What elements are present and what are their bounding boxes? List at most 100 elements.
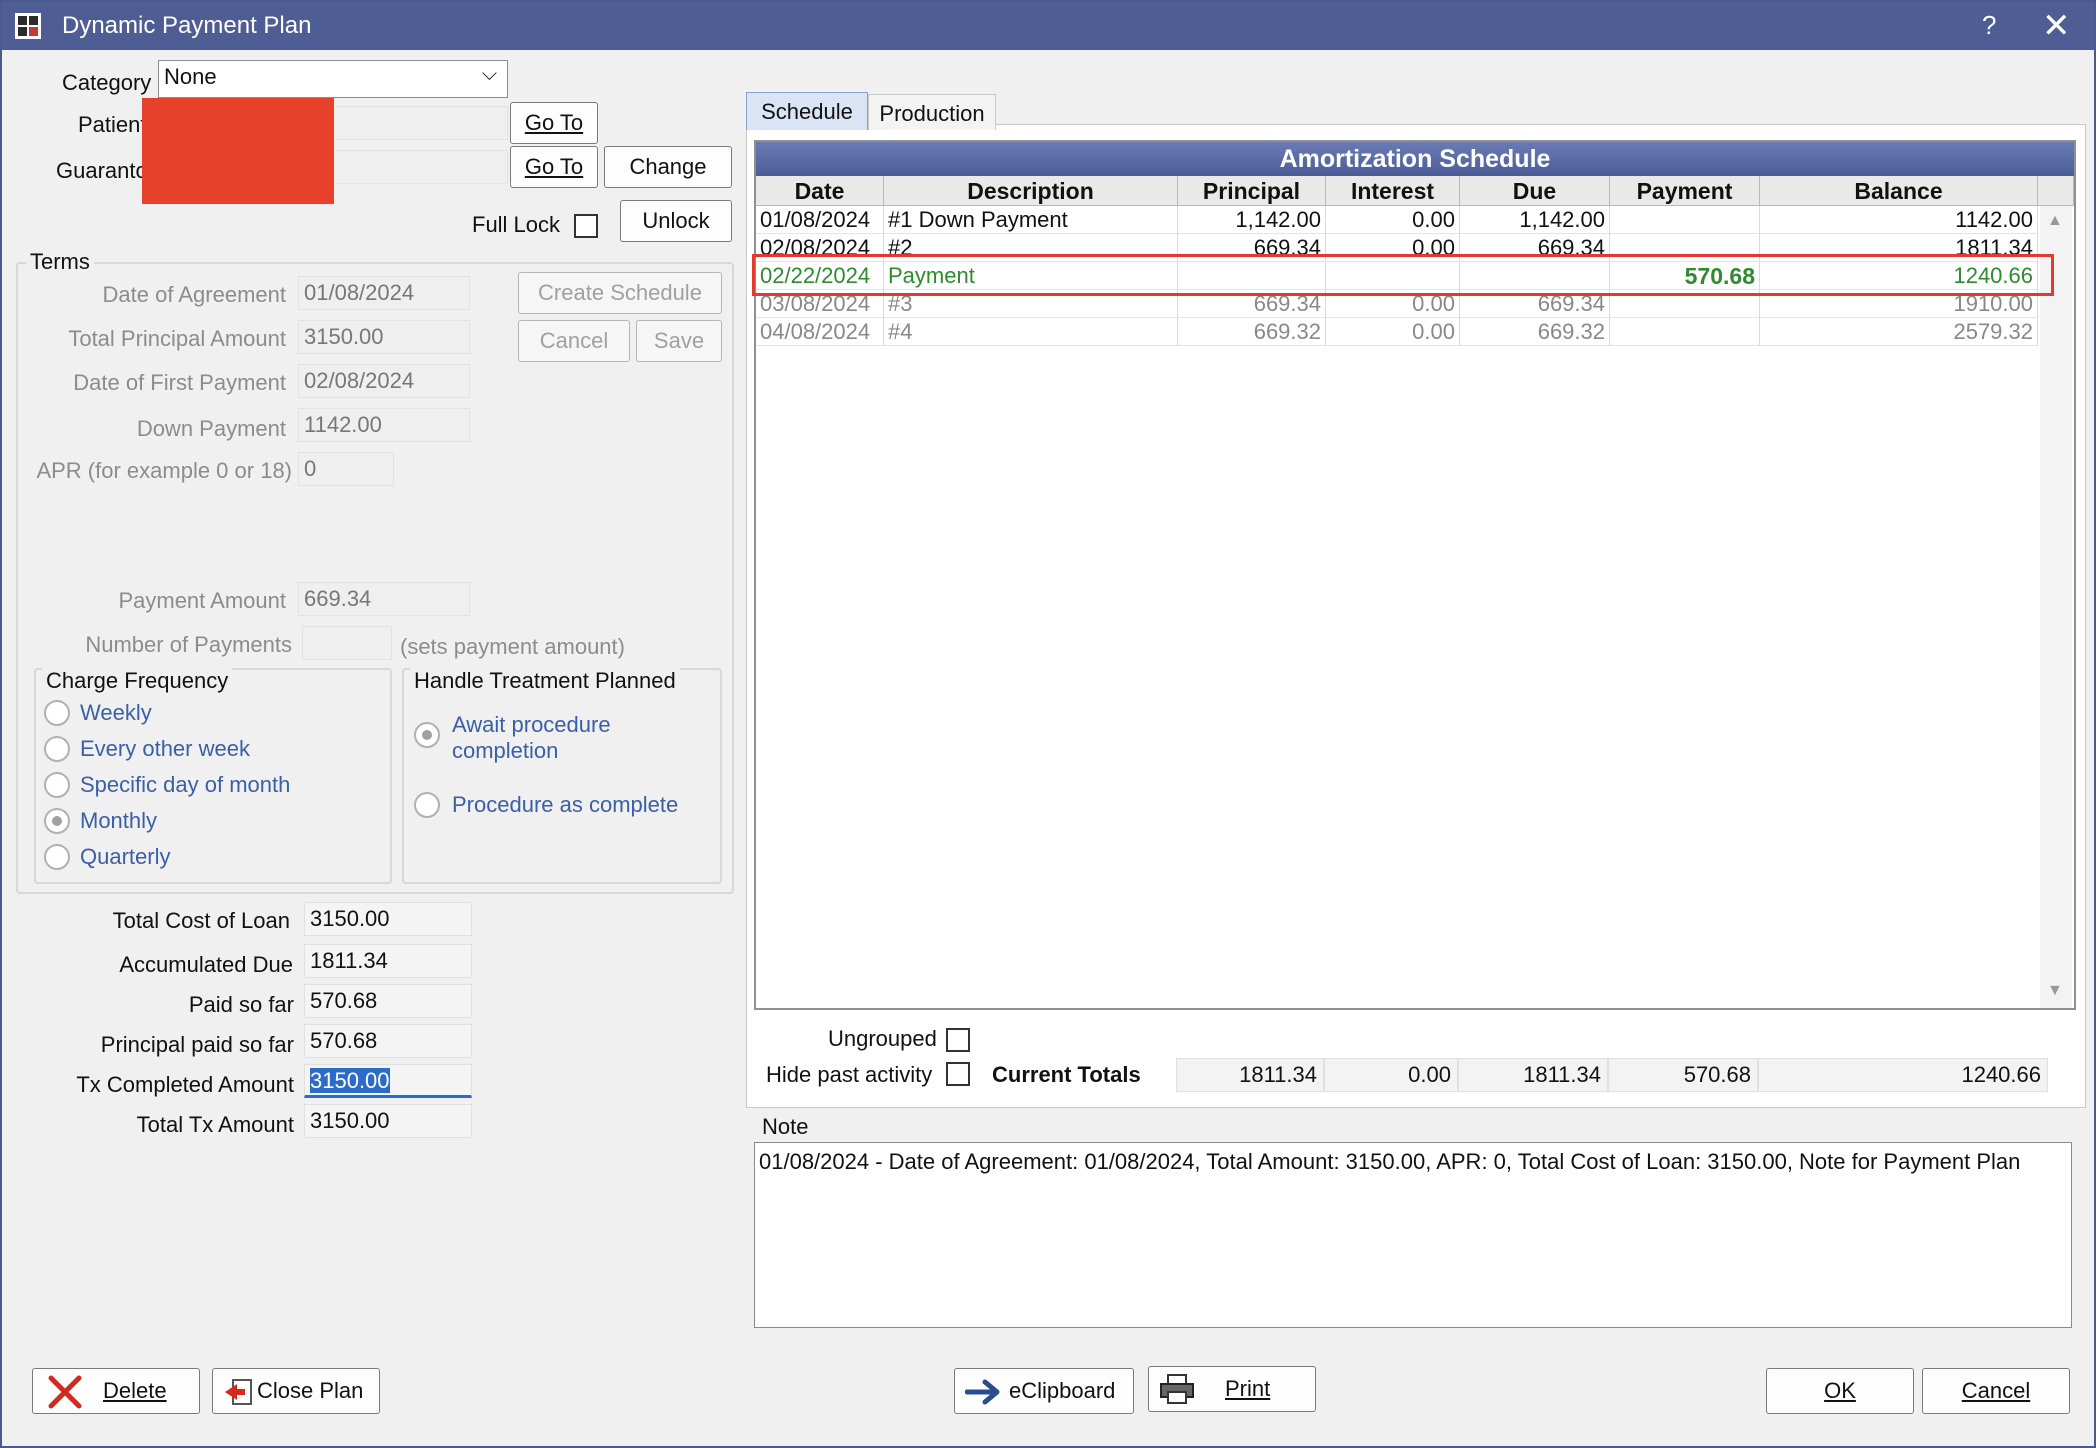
total-tx-field: 3150.00 [304,1104,472,1138]
delete-icon [48,1375,82,1409]
guarantor-label: Guaranto [56,158,148,183]
terms-cancel-button[interactable]: Cancel [518,320,630,362]
unlock-button[interactable]: Unlock [620,200,732,242]
tx-completed-field[interactable]: 3150.00 [304,1064,472,1098]
down-payment-label: Down Payment [136,416,286,441]
radio-await-completion-label-2: completion [452,738,559,763]
help-button[interactable]: ? [1982,10,1996,41]
radio-specific-day-label: Specific day of month [80,772,291,797]
table-cell: 0.00 [1326,206,1460,234]
title-bar: Dynamic Payment Plan ? ✕ [2,2,2094,50]
vertical-scrollbar[interactable]: ▲ ▼ [2040,206,2072,1008]
category-dropdown[interactable]: None ⌵ [158,60,508,98]
table-cell [1610,206,1760,234]
apr-label: APR (for example 0 or 18) [36,458,292,483]
radio-weekly[interactable] [44,700,70,726]
table-cell: 01/08/2024 [756,206,884,234]
num-payments-hint: (sets payment amount) [400,634,625,659]
ungrouped-checkbox[interactable] [946,1028,970,1052]
radio-monthly[interactable] [44,808,70,834]
table-cell: 1,142.00 [1460,206,1610,234]
patient-label: Patient [78,112,147,137]
col-description[interactable]: Description [884,176,1178,206]
treatment-group [402,668,722,884]
note-label: Note [762,1114,809,1139]
tab-production[interactable]: Production [868,94,996,130]
col-due[interactable]: Due [1460,176,1610,206]
table-cell: 0.00 [1326,318,1460,346]
highlight-box [752,254,2054,296]
total-interest: 0.00 [1324,1058,1458,1092]
radio-procedure-complete[interactable] [414,792,440,818]
tab-production-label: Production [879,101,985,126]
table-cell: #1 Down Payment [884,206,1178,234]
radio-await-completion-label-1: Await procedure [452,712,611,737]
total-principal-field[interactable]: 3150.00 [298,320,470,354]
table-row[interactable]: 01/08/2024 #1 Down Payment 1,142.00 0.00 1,1… [756,206,2038,234]
patient-field[interactable] [332,106,508,140]
radio-procedure-complete-label: Procedure as complete [452,792,679,817]
create-schedule-label: Create Schedule [538,280,702,305]
eclipboard-label: eClipboard [1009,1378,1116,1403]
table-cell: #4 [884,318,1178,346]
radio-every-other-week-label: Every other week [80,736,250,761]
ok-button[interactable]: OK [1766,1368,1914,1414]
goto-label: Go To [524,154,584,179]
delete-button[interactable]: Delete [32,1368,200,1414]
down-payment-field[interactable]: 1142.00 [298,408,470,442]
change-button[interactable]: Change [604,146,732,188]
terms-save-button[interactable]: Save [636,320,722,362]
col-interest[interactable]: Interest [1326,176,1460,206]
col-date[interactable]: Date [756,176,884,206]
table-cell: 2579.32 [1760,318,2038,346]
col-principal[interactable]: Principal [1178,176,1326,206]
tx-completed-label: Tx Completed Amount [76,1072,294,1097]
apr-field[interactable]: 0 [298,452,394,486]
payment-amount-label: Payment Amount [118,588,286,613]
print-button[interactable]: Print [1148,1366,1316,1412]
cancel-button[interactable]: Cancel [1922,1368,2070,1414]
close-plan-icon [225,1379,252,1405]
table-cell: 1,142.00 [1178,206,1326,234]
guarantor-field[interactable] [332,150,508,184]
col-balance[interactable]: Balance [1760,176,2038,206]
close-icon[interactable]: ✕ [2042,6,2071,46]
create-schedule-button[interactable]: Create Schedule [518,272,722,314]
num-payments-field[interactable] [302,626,392,660]
radio-quarterly[interactable] [44,844,70,870]
total-tx-label: Total Tx Amount [136,1112,294,1137]
date-agreement-field[interactable]: 01/08/2024 [298,276,470,310]
scroll-up-icon[interactable]: ▲ [2047,212,2063,230]
tab-schedule[interactable]: Schedule [746,92,868,130]
radio-weekly-label: Weekly [80,700,152,725]
category-value: None [164,64,217,89]
radio-specific-day[interactable] [44,772,70,798]
note-textarea[interactable]: 01/08/2024 - Date of Agreement: 01/08/20… [754,1142,2072,1328]
close-plan-label: Close Plan [257,1378,364,1403]
payment-amount-field[interactable]: 669.34 [298,582,470,616]
radio-every-other-week[interactable] [44,736,70,762]
full-lock-checkbox[interactable] [574,214,598,238]
tx-completed-value: 3150.00 [310,1068,390,1093]
accum-due-field: 1811.34 [304,944,472,978]
category-label: Category [62,70,152,95]
close-plan-button[interactable]: Close Plan [212,1368,380,1414]
table-row[interactable]: 04/08/2024 #4 669.32 0.00 669.32 2579.32 [756,318,2038,346]
scroll-down-icon[interactable]: ▼ [2047,982,2063,1000]
guarantor-goto-button[interactable]: Go To [510,146,598,188]
treatment-title: Handle Treatment Planned [410,668,680,694]
col-payment[interactable]: Payment [1610,176,1760,206]
goto-label: Go To [524,110,584,135]
save-label: Save [653,328,705,353]
first-payment-field[interactable]: 02/08/2024 [298,364,470,398]
arrow-right-icon [965,1379,1000,1405]
radio-await-completion[interactable] [414,722,440,748]
patient-goto-button[interactable]: Go To [510,102,598,144]
table-cell: 669.32 [1460,318,1610,346]
total-balance: 1240.66 [1758,1058,2048,1092]
hide-past-checkbox[interactable] [946,1062,970,1086]
principal-paid-field: 570.68 [304,1024,472,1058]
tab-schedule-label: Schedule [761,99,853,124]
chevron-down-icon: ⌵ [481,63,497,85]
eclipboard-button[interactable]: eClipboard [954,1368,1134,1414]
